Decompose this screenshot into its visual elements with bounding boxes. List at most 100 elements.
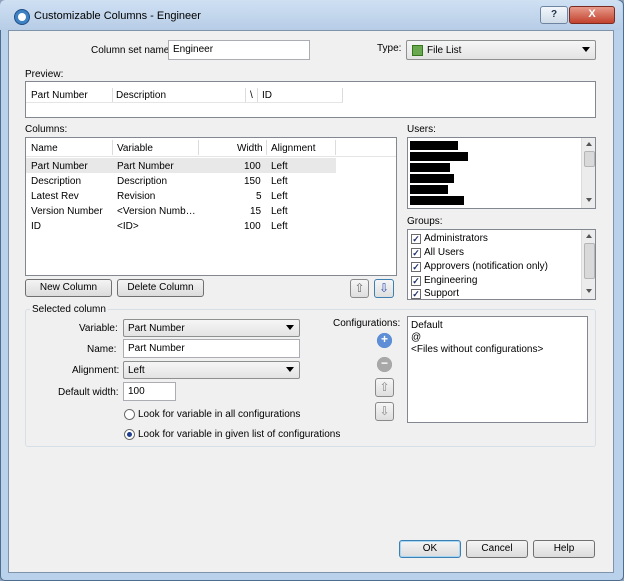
cancel-button[interactable]: Cancel: [466, 540, 528, 558]
chevron-down-icon: [582, 47, 590, 52]
columns-header-alignment[interactable]: Alignment: [271, 143, 315, 154]
groups-label: Groups:: [407, 216, 443, 227]
app-icon: [14, 9, 30, 25]
help-button[interactable]: Help: [533, 540, 595, 558]
type-value: File List: [427, 45, 462, 56]
columns-label: Columns:: [25, 124, 68, 135]
radio-given-configurations[interactable]: [124, 429, 135, 440]
redacted-user: [410, 152, 468, 161]
table-cell: 150: [244, 176, 261, 187]
columns-header-name[interactable]: Name: [31, 143, 58, 154]
table-cell: Description: [31, 176, 82, 187]
move-down-icon[interactable]: ⇩: [374, 279, 394, 298]
selected-column-label: Selected column: [30, 304, 108, 315]
ok-button[interactable]: OK: [399, 540, 461, 558]
columns-header-width[interactable]: Width: [237, 143, 263, 154]
radio-all-configurations-label[interactable]: Look for variable in all configurations: [138, 409, 300, 420]
table-cell: 100: [244, 221, 261, 232]
redacted-user: [410, 174, 454, 183]
redacted-user: [410, 141, 458, 150]
config-move-down-icon[interactable]: ⇩: [375, 402, 394, 421]
group-label: Administrators: [424, 233, 488, 244]
default-width-label: Default width:: [58, 387, 119, 398]
configurations-label: Configurations:: [333, 318, 401, 329]
alignment-label: Alignment:: [72, 365, 120, 376]
group-checkbox[interactable]: ✓: [411, 234, 421, 244]
preview-header-part-number: Part Number: [31, 90, 88, 101]
variable-value: Part Number: [128, 323, 185, 334]
delete-column-button[interactable]: Delete Column: [117, 279, 204, 297]
variable-label: Variable:: [79, 323, 118, 334]
radio-given-configurations-label[interactable]: Look for variable in given list of confi…: [138, 429, 340, 440]
column-set-name-input[interactable]: Engineer: [168, 40, 310, 60]
table-cell: ID: [31, 221, 41, 232]
users-list[interactable]: [407, 137, 596, 209]
table-cell: 100: [244, 161, 261, 172]
redacted-user: [410, 163, 450, 172]
table-cell: Part Number: [31, 161, 88, 172]
window-title: Customizable Columns - Engineer: [34, 10, 201, 22]
radio-all-configurations[interactable]: [124, 409, 135, 420]
close-button[interactable]: X: [569, 6, 615, 24]
columns-list[interactable]: Name Variable Width Alignment Part Numbe…: [25, 137, 397, 276]
file-list-icon: [412, 45, 423, 56]
table-cell: <Version Numb…: [117, 206, 196, 217]
list-item[interactable]: @: [411, 332, 421, 343]
table-cell: 15: [250, 206, 262, 217]
remove-configuration-icon[interactable]: −: [375, 355, 394, 374]
group-label: Approvers (notification only): [424, 261, 548, 272]
table-cell: <ID>: [117, 221, 139, 232]
chevron-down-icon: [286, 367, 294, 372]
users-label: Users:: [407, 124, 436, 135]
groups-scrollbar[interactable]: [581, 230, 595, 299]
title-help-button[interactable]: ?: [540, 6, 568, 24]
group-label: All Users: [424, 247, 465, 258]
table-cell: Left: [271, 191, 288, 202]
table-cell: Latest Rev: [31, 191, 79, 202]
group-label: Support: [424, 288, 460, 299]
preview-label: Preview:: [25, 69, 64, 80]
group-checkbox[interactable]: ✓: [411, 276, 421, 286]
default-width-input[interactable]: 100: [123, 382, 176, 401]
columns-header-row: [26, 138, 396, 157]
group-label: Engineering: [424, 275, 478, 286]
group-checkbox[interactable]: ✓: [411, 289, 421, 299]
table-row[interactable]: [26, 218, 336, 233]
variable-dropdown[interactable]: Part Number: [123, 319, 300, 337]
table-cell: 5: [256, 191, 262, 202]
table-cell: Version Number: [31, 206, 103, 217]
column-set-name-label: Column set name:: [91, 45, 173, 56]
type-label: Type:: [377, 43, 402, 54]
table-cell: Description: [117, 176, 168, 187]
redacted-user: [410, 196, 464, 205]
group-checkbox[interactable]: ✓: [411, 248, 421, 258]
table-cell: Left: [271, 221, 288, 232]
preview-panel: Part Number Description \ ID: [25, 81, 596, 118]
table-cell: Left: [271, 206, 288, 217]
type-dropdown[interactable]: File List: [406, 40, 596, 60]
group-checkbox[interactable]: ✓: [411, 262, 421, 272]
configurations-list[interactable]: Default @ <Files without configurations>: [407, 316, 588, 423]
preview-header-revision: \: [250, 90, 253, 101]
alignment-value: Left: [128, 365, 145, 376]
table-cell: Revision: [117, 191, 156, 202]
preview-header-id: ID: [262, 90, 272, 101]
list-item[interactable]: <Files without configurations>: [411, 344, 543, 355]
chevron-down-icon: [286, 325, 294, 330]
preview-header-description: Description: [116, 90, 167, 101]
new-column-button[interactable]: New Column: [25, 279, 112, 297]
name-label: Name:: [87, 344, 117, 355]
name-input[interactable]: Part Number: [123, 339, 300, 358]
redacted-user: [410, 185, 448, 194]
groups-list[interactable]: ✓ Administrators ✓ All Users ✓ Approvers…: [407, 229, 596, 300]
config-move-up-icon[interactable]: ⇧: [375, 378, 394, 397]
move-up-icon[interactable]: ⇧: [350, 279, 369, 298]
columns-header-variable[interactable]: Variable: [117, 143, 153, 154]
table-cell: Left: [271, 161, 288, 172]
add-configuration-icon[interactable]: +: [375, 331, 394, 350]
list-item[interactable]: Default: [411, 320, 443, 331]
table-cell: Left: [271, 176, 288, 187]
table-cell: Part Number: [117, 161, 174, 172]
alignment-dropdown[interactable]: Left: [123, 361, 300, 379]
users-scrollbar[interactable]: [581, 138, 595, 208]
